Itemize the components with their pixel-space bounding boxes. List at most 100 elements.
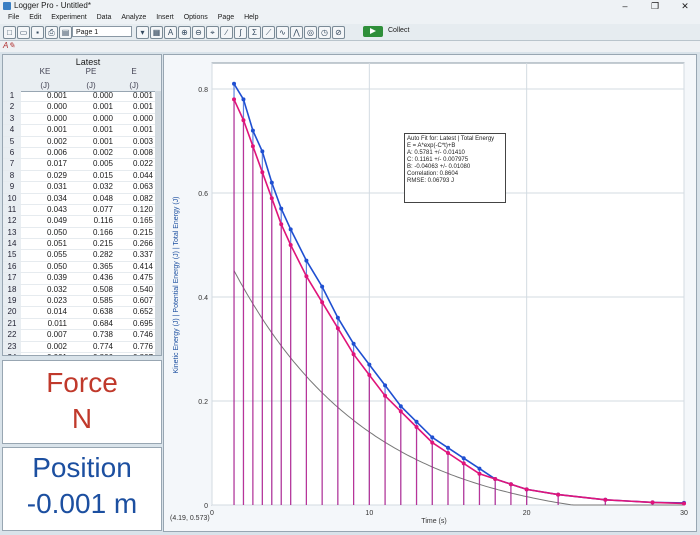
force-unit: N bbox=[71, 403, 93, 434]
energy-graph[interactable]: 0 0.2 0.4 0.6 0.8 0 10 20 30 Time (s) Kinetic Ener… bbox=[163, 54, 697, 532]
table-row[interactable]: 19 0.023 0.585 0.607 bbox=[3, 296, 161, 308]
column-header-pe[interactable]: PE bbox=[73, 68, 109, 76]
page-icon[interactable]: ▤ bbox=[59, 26, 72, 39]
row-index: 2 bbox=[3, 102, 21, 113]
table-row[interactable]: 17 0.039 0.436 0.475 bbox=[3, 273, 161, 285]
stats-icon[interactable]: Σ bbox=[248, 26, 261, 39]
table-row[interactable]: 20 0.014 0.638 0.652 bbox=[3, 307, 161, 319]
menu-page[interactable]: Page bbox=[218, 14, 234, 21]
ke-cell: 0.002 bbox=[46, 341, 67, 351]
menu-edit[interactable]: Edit bbox=[29, 14, 41, 21]
column-header-ke[interactable]: KE bbox=[27, 68, 63, 76]
force-meter[interactable]: Force N bbox=[2, 360, 162, 444]
restore-icon[interactable]: ❐ bbox=[646, 0, 664, 12]
zoom-out-icon[interactable]: ⊖ bbox=[192, 26, 205, 39]
table-row[interactable]: 16 0.050 0.365 0.414 bbox=[3, 261, 161, 274]
autoscale-icon[interactable]: A bbox=[164, 26, 177, 39]
row-index: 15 bbox=[3, 250, 21, 261]
table-row[interactable]: 14 0.051 0.215 0.266 bbox=[3, 239, 161, 251]
ke-cell: 0.039 bbox=[46, 273, 67, 283]
table-row[interactable]: 12 0.049 0.116 0.165 bbox=[3, 216, 161, 228]
table-icon[interactable]: ▦ bbox=[150, 26, 163, 39]
energy-chart-svg[interactable]: 0 0.2 0.4 0.6 0.8 0 10 20 30 Time (s) Kinetic Ener… bbox=[164, 55, 696, 531]
ke-cell: 0.000 bbox=[46, 113, 67, 123]
e-cell: 0.000 bbox=[132, 113, 153, 123]
pe-cell: 0.048 bbox=[92, 193, 113, 203]
row-index: 4 bbox=[3, 125, 21, 136]
camera-icon[interactable]: ◎ bbox=[304, 26, 317, 39]
ke-cell: 0.001 bbox=[46, 91, 67, 100]
table-row[interactable]: 6 0.006 0.002 0.008 bbox=[3, 147, 161, 160]
app-logo-icon bbox=[3, 2, 11, 10]
table-row[interactable]: 7 0.017 0.005 0.022 bbox=[3, 159, 161, 171]
examine-icon[interactable]: ⌖ bbox=[206, 26, 219, 39]
edit-row: A✎ bbox=[0, 41, 700, 52]
menu-data[interactable]: Data bbox=[97, 14, 112, 21]
menu-file[interactable]: File bbox=[8, 14, 19, 21]
ke-cell: 0.043 bbox=[46, 204, 67, 214]
column-header-e[interactable]: E bbox=[116, 68, 152, 76]
table-row[interactable]: 22 0.007 0.738 0.746 bbox=[3, 330, 161, 342]
x-tick-label: 20 bbox=[523, 510, 531, 517]
new-file-icon[interactable]: □ bbox=[3, 26, 16, 39]
linear-fit-icon[interactable]: ⟋ bbox=[262, 26, 275, 39]
table-row[interactable]: 9 0.031 0.032 0.063 bbox=[3, 182, 161, 194]
save-icon[interactable]: ▪ bbox=[31, 26, 44, 39]
table-row[interactable]: 1 0.001 0.000 0.001 bbox=[3, 91, 161, 103]
auto-fit-box[interactable]: Auto Fit for: Latest | Total Energy E = … bbox=[404, 133, 506, 203]
table-header: Latest KE PE E (J) (J) (J) bbox=[3, 55, 161, 92]
force-label: Force bbox=[46, 367, 118, 398]
e-cell: 0.003 bbox=[132, 136, 153, 146]
table-scrollbar[interactable] bbox=[155, 91, 161, 355]
table-row[interactable]: 15 0.055 0.282 0.337 bbox=[3, 250, 161, 262]
ke-cell: 0.051 bbox=[46, 239, 67, 249]
ke-cell: 0.001 bbox=[46, 125, 67, 135]
title-bar: Logger Pro - Untitled* – ❐ ✕ bbox=[0, 0, 700, 12]
open-folder-icon[interactable]: ▭ bbox=[17, 26, 30, 39]
table-row[interactable]: 21 0.011 0.684 0.695 bbox=[3, 318, 161, 331]
menu-analyze[interactable]: Analyze bbox=[121, 14, 146, 21]
table-row[interactable]: 11 0.043 0.077 0.120 bbox=[3, 204, 161, 217]
table-row[interactable]: 13 0.050 0.166 0.215 bbox=[3, 227, 161, 240]
text-annotation-icon[interactable]: A✎ bbox=[3, 41, 15, 50]
row-index: 17 bbox=[3, 273, 21, 284]
table-row[interactable]: 2 0.000 0.001 0.001 bbox=[3, 102, 161, 114]
menu-experiment[interactable]: Experiment bbox=[51, 14, 86, 21]
pe-cell: 0.032 bbox=[92, 182, 113, 192]
menu-insert[interactable]: Insert bbox=[156, 14, 174, 21]
close-icon[interactable]: ✕ bbox=[676, 0, 694, 12]
row-index: 23 bbox=[3, 341, 21, 352]
position-meter[interactable]: Position -0.001 m bbox=[2, 447, 162, 531]
curve-fit-icon[interactable]: ∿ bbox=[276, 26, 289, 39]
tangent-icon[interactable]: ∕ bbox=[220, 26, 233, 39]
table-row[interactable]: 18 0.032 0.508 0.540 bbox=[3, 284, 161, 297]
print-icon[interactable]: ⎙ bbox=[45, 26, 58, 39]
table-row[interactable]: 3 0.000 0.000 0.000 bbox=[3, 113, 161, 126]
collect-button[interactable] bbox=[363, 26, 383, 37]
menu-help[interactable]: Help bbox=[244, 14, 258, 21]
sensor-icon[interactable]: ⊘ bbox=[332, 26, 345, 39]
x-tick-label: 30 bbox=[680, 510, 688, 517]
table-row[interactable]: 5 0.002 0.001 0.003 bbox=[3, 136, 161, 148]
ke-cell: 0.050 bbox=[46, 227, 67, 237]
y-tick-label: 0.4 bbox=[198, 295, 208, 302]
page-select[interactable]: Page 1 bbox=[72, 26, 132, 37]
table-row[interactable]: 23 0.002 0.774 0.776 bbox=[3, 341, 161, 353]
zoom-in-icon[interactable]: ⊕ bbox=[178, 26, 191, 39]
table-row[interactable]: 4 0.001 0.001 0.001 bbox=[3, 125, 161, 137]
row-index: 14 bbox=[3, 239, 21, 250]
chevron-down-icon[interactable]: ▾ bbox=[136, 26, 149, 39]
clock-icon[interactable]: ◷ bbox=[318, 26, 331, 39]
pe-cell: 0.166 bbox=[92, 227, 113, 237]
collect-label: Collect bbox=[388, 27, 410, 34]
integral-icon[interactable]: ∫ bbox=[234, 26, 247, 39]
x-tick-label: 10 bbox=[365, 510, 373, 517]
table-row[interactable]: 240.001 0.806 0.807 bbox=[3, 352, 161, 355]
menu-options[interactable]: Options bbox=[184, 14, 208, 21]
y-axis-label: Kinetic Energy (J) | Potential Energy (J… bbox=[173, 196, 180, 373]
ke-cell: 0.055 bbox=[46, 250, 67, 260]
table-row[interactable]: 10 0.034 0.048 0.082 bbox=[3, 193, 161, 205]
minimize-icon[interactable]: – bbox=[616, 0, 634, 12]
table-row[interactable]: 8 0.029 0.015 0.044 bbox=[3, 170, 161, 183]
fft-icon[interactable]: ⋀ bbox=[290, 26, 303, 39]
